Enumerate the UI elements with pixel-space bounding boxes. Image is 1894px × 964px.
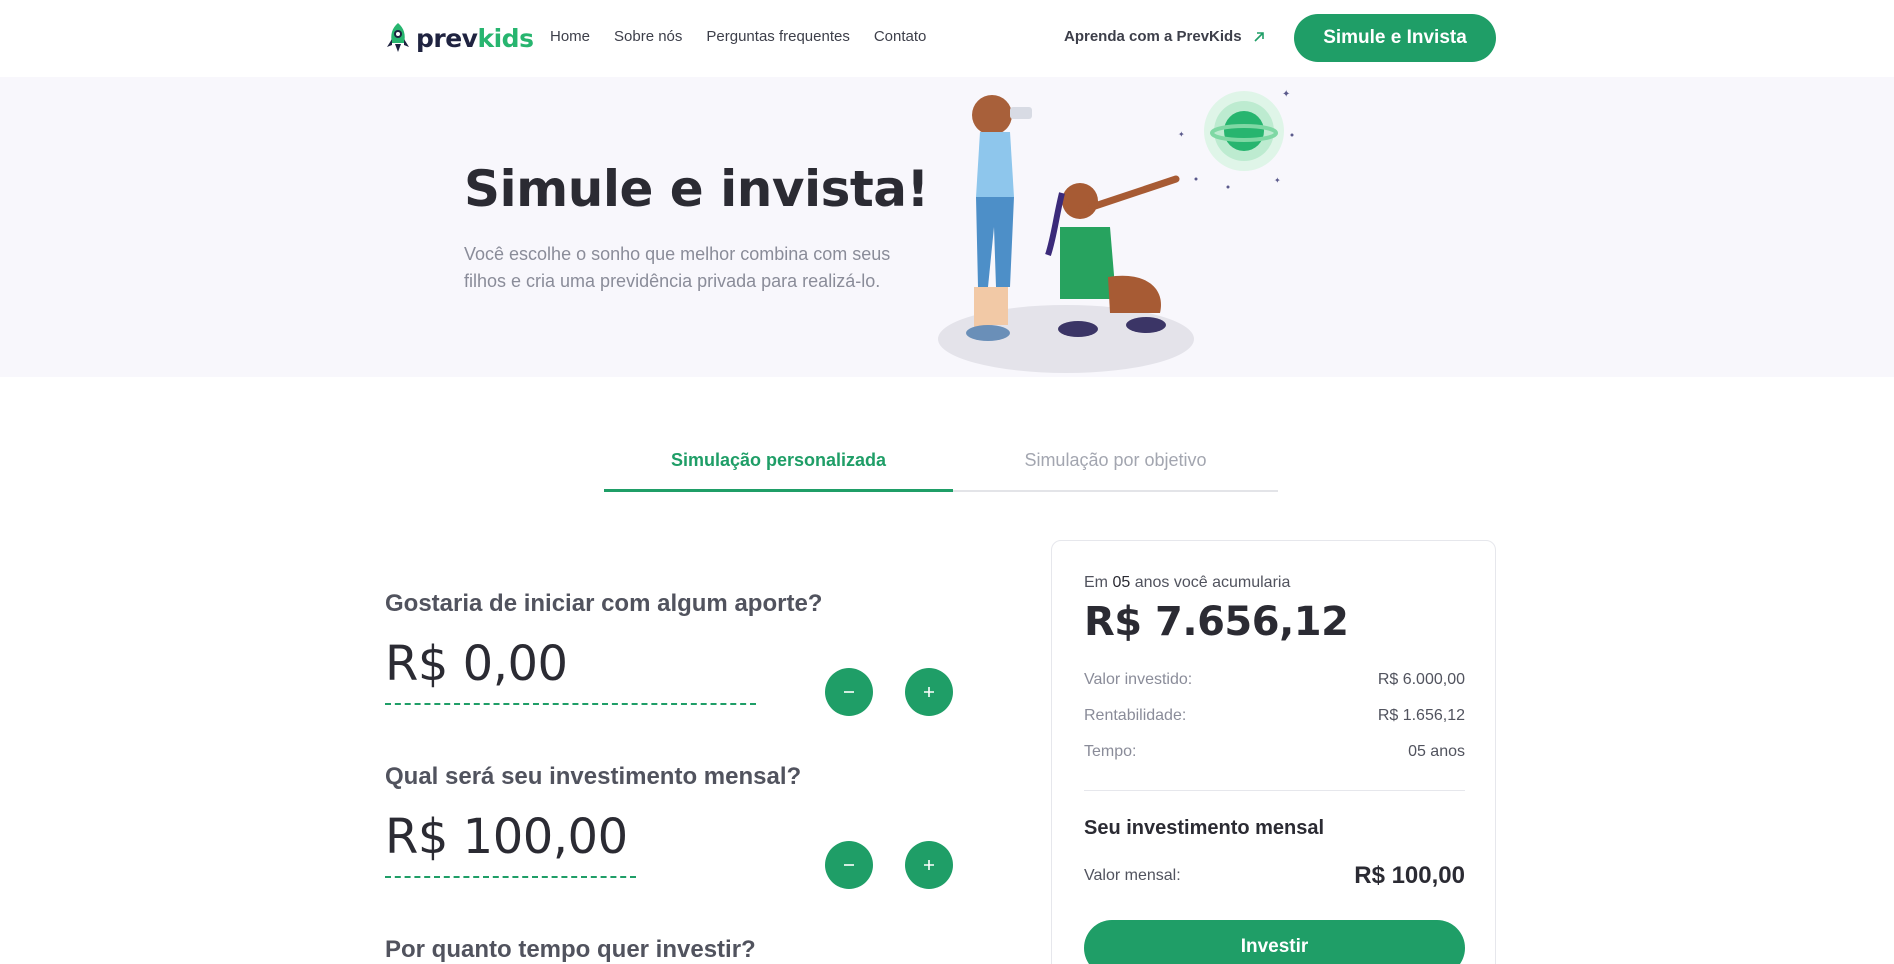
result-heading: Em 05 anos você acumularia [1084, 574, 1291, 591]
monthly-investment-input[interactable]: R$ 100,00 [385, 809, 628, 865]
monthly-increase-button[interactable] [905, 841, 953, 889]
minus-icon [844, 691, 854, 693]
svg-text:✦: ✦ [1178, 130, 1185, 139]
initial-contribution-input[interactable]: R$ 0,00 [385, 636, 568, 692]
nav-contact[interactable]: Contato [874, 28, 927, 45]
invest-button[interactable]: Investir [1084, 920, 1465, 964]
main-nav: Home Sobre nós Perguntas frequentes Cont… [550, 28, 926, 45]
rocket-logo-icon [387, 23, 409, 52]
kids-illustration: ✦ ✦ ✦ [938, 89, 1294, 373]
simulate-invest-button[interactable]: Simule e Invista [1294, 14, 1496, 62]
result-row-return: Rentabilidade: R$ 1.656,12 [1084, 707, 1465, 724]
result-total: R$ 7.656,12 [1084, 599, 1349, 645]
investment-period-question: Por quanto tempo quer investir? [385, 936, 756, 963]
hero-section: Simule e invista! Você escolhe o sonho q… [0, 77, 1894, 377]
site-header: prevkids Home Sobre nós Perguntas freque… [0, 0, 1894, 77]
result-card: Em 05 anos você acumularia R$ 7.656,12 V… [1051, 540, 1496, 964]
result-divider [1084, 790, 1465, 791]
initial-contribution-underline [385, 703, 756, 705]
arrow-up-right-icon [1253, 31, 1264, 42]
logo[interactable]: prevkids [384, 20, 534, 56]
result-row-time: Tempo: 05 anos [1084, 743, 1465, 760]
initial-increase-button[interactable] [905, 668, 953, 716]
monthly-investment-underline [385, 876, 636, 878]
monthly-value: R$ 100,00 [1354, 862, 1465, 889]
nav-faq[interactable]: Perguntas frequentes [706, 28, 849, 45]
learn-link[interactable]: Aprenda com a PrevKids [1064, 28, 1266, 45]
logo-text: prevkids [416, 23, 534, 53]
plus-icon [924, 687, 934, 697]
svg-text:✦: ✦ [1274, 176, 1281, 185]
monthly-value-row: Valor mensal: R$ 100,00 [1084, 862, 1465, 889]
initial-contribution-question: Gostaria de iniciar com algum aporte? [385, 590, 823, 617]
nav-about[interactable]: Sobre nós [614, 28, 682, 45]
result-years: 05 [1112, 574, 1131, 591]
nav-home[interactable]: Home [550, 28, 590, 45]
monthly-decrease-button[interactable] [825, 841, 873, 889]
minus-icon [844, 864, 854, 866]
tab-goal-simulation[interactable]: Simulação por objetivo [953, 440, 1278, 492]
simulation-tabs: Simulação personalizada Simulação por ob… [604, 440, 1278, 492]
tab-custom-simulation[interactable]: Simulação personalizada [604, 440, 953, 492]
learn-link-label: Aprenda com a PrevKids [1064, 28, 1242, 45]
page-title: Simule e invista! [464, 160, 929, 218]
hero-subtitle: Você escolhe o sonho que melhor combina … [464, 244, 891, 291]
result-row-invested: Valor investido: R$ 6.000,00 [1084, 671, 1465, 688]
svg-text:✦: ✦ [1282, 89, 1290, 100]
monthly-investment-question: Qual será seu investimento mensal? [385, 763, 802, 790]
plus-icon [924, 860, 934, 870]
monthly-section-title: Seu investimento mensal [1084, 817, 1325, 839]
initial-decrease-button[interactable] [825, 668, 873, 716]
